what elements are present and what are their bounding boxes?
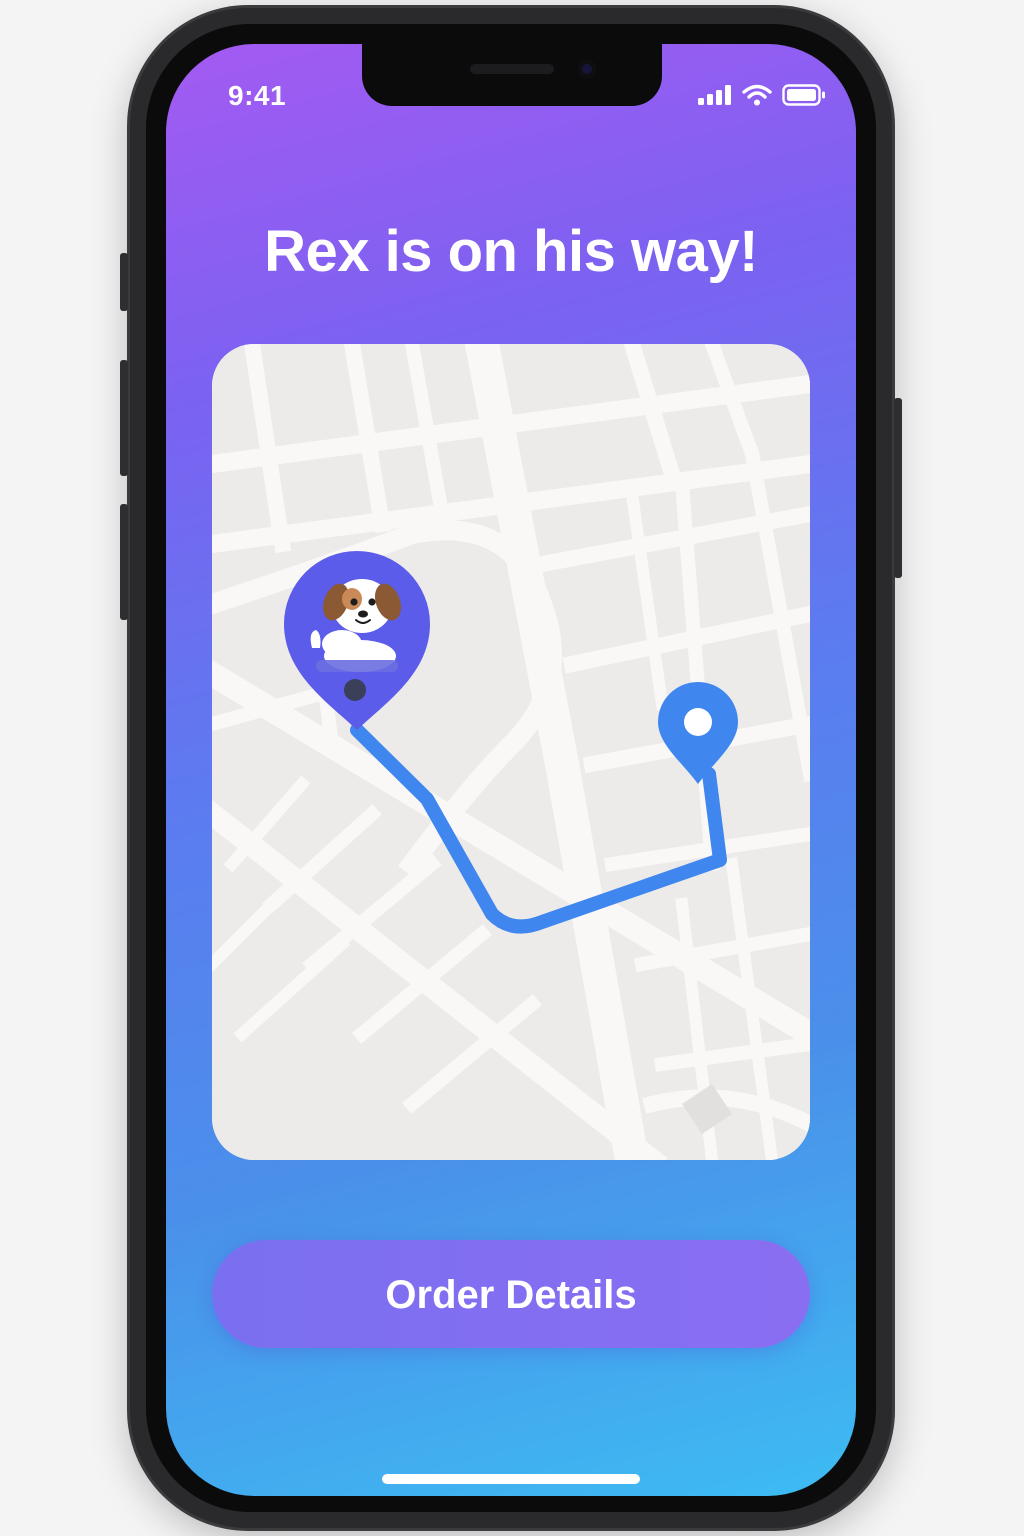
phone-frame: 9:41 Rex is on his way! Order Details — [120, 8, 902, 1528]
status-time: 9:41 — [228, 80, 287, 111]
wifi-icon — [742, 84, 772, 106]
power-button — [894, 398, 902, 578]
status-icons — [698, 84, 826, 106]
home-indicator[interactable] — [382, 1474, 640, 1484]
volume-up-button — [120, 360, 128, 476]
app-screen: 9:41 Rex is on his way! Order Details — [166, 44, 856, 1496]
route-map[interactable] — [212, 344, 810, 1160]
cellular-signal-icon — [698, 85, 731, 105]
notch — [362, 44, 662, 106]
device-stage: 9:41 Rex is on his way! Order Details — [0, 0, 1024, 1536]
tracking-headline: Rex is on his way! — [264, 219, 758, 284]
order-details-button[interactable]: Order Details — [212, 1240, 810, 1348]
battery-icon — [782, 84, 825, 106]
silent-switch — [120, 253, 128, 311]
map-canvas — [212, 344, 810, 1160]
speaker-grille — [470, 64, 554, 74]
volume-down-button — [120, 504, 128, 620]
front-camera — [578, 60, 596, 78]
